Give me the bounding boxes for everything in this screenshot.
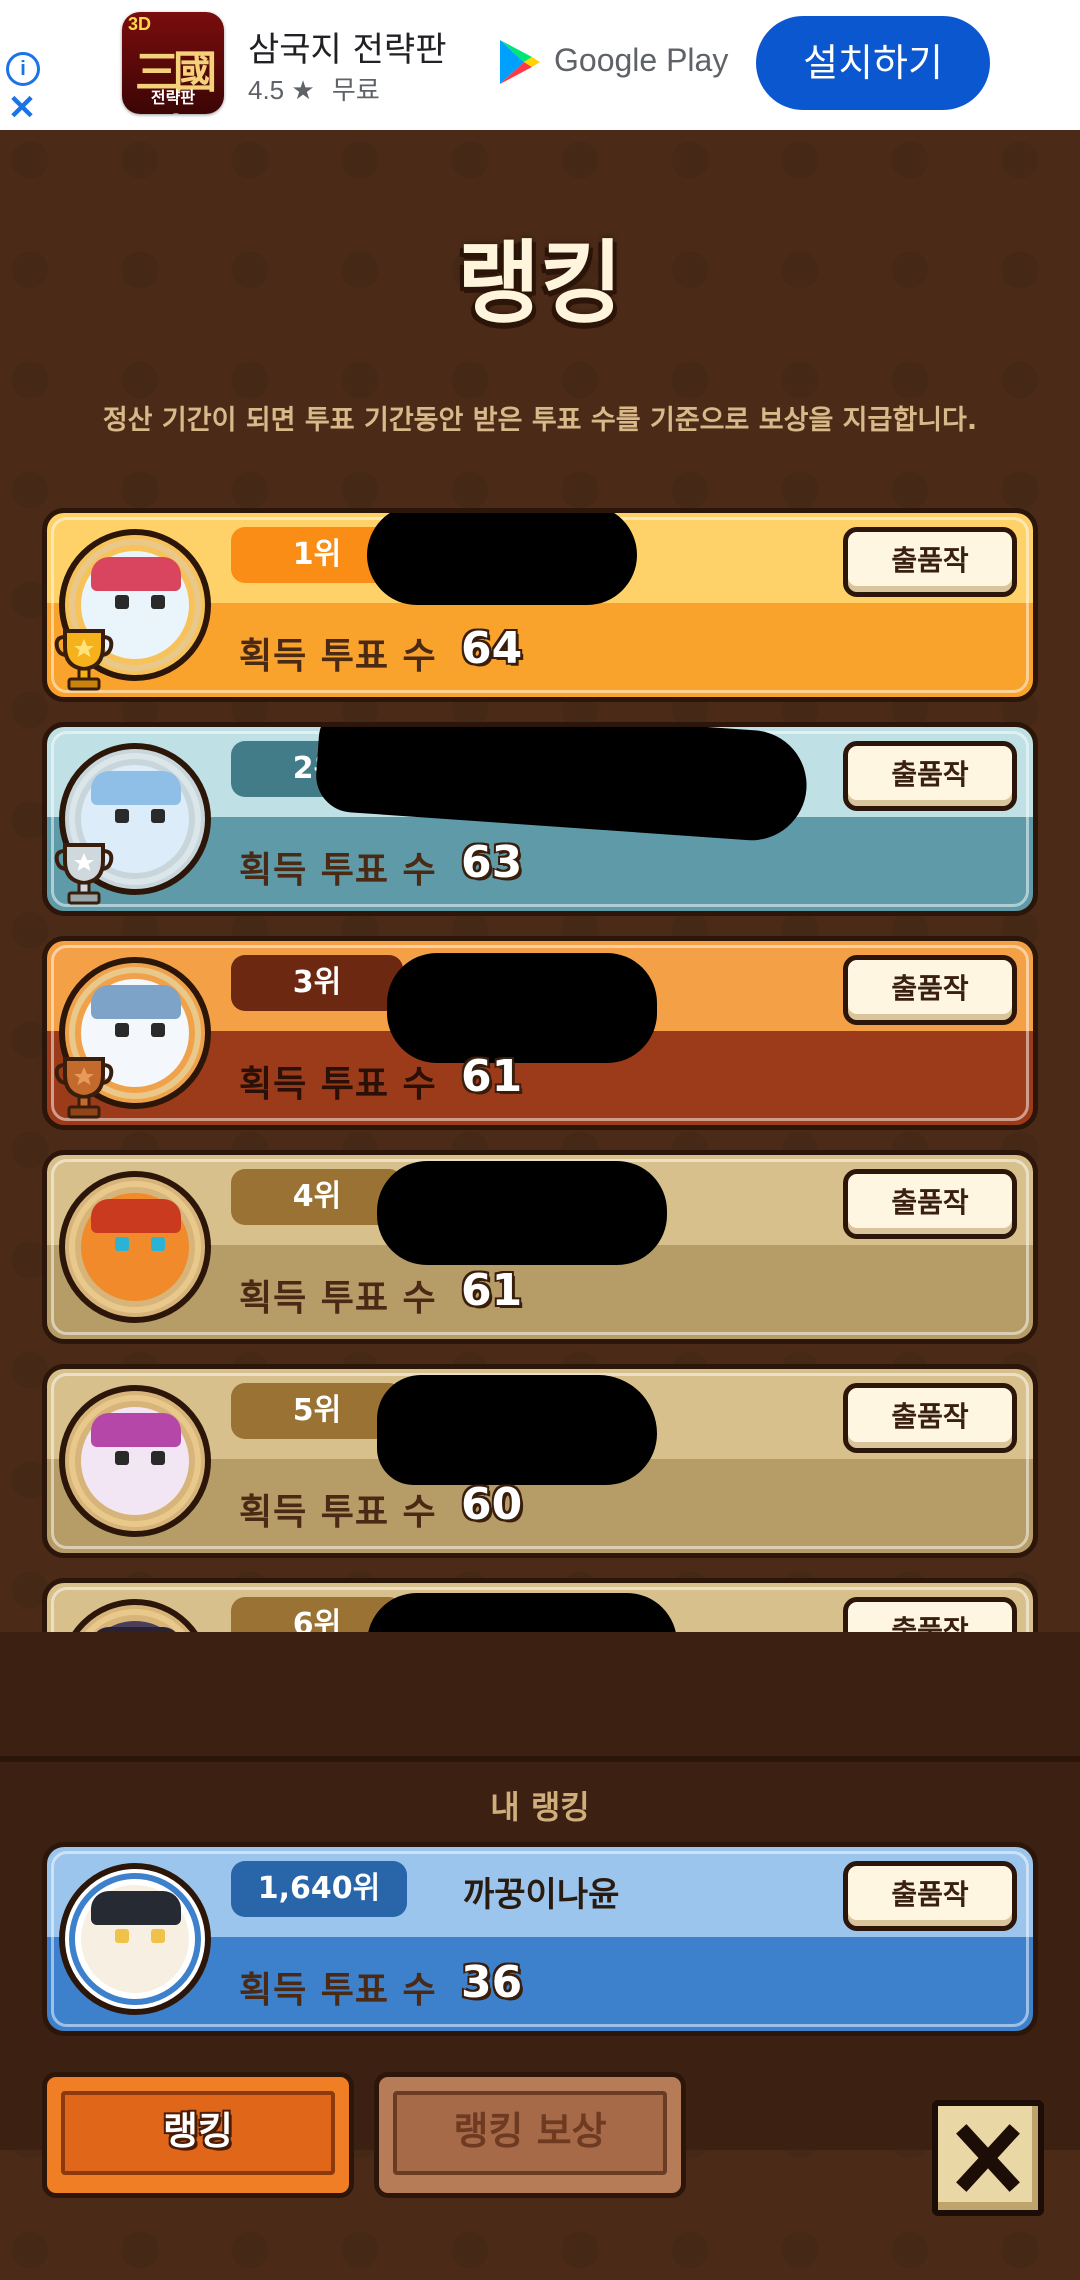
avatar bbox=[59, 1171, 211, 1323]
redacted-name bbox=[367, 513, 637, 605]
page-subtitle: 정산 기간이 되면 투표 기간동안 받은 투표 수를 기준으로 보상을 지급합니… bbox=[102, 405, 978, 436]
page-title: 랭킹 bbox=[457, 231, 623, 336]
ranking-row-2[interactable]: 2위 출품작 획득 투표 수 63 bbox=[42, 722, 1038, 916]
redacted-name bbox=[377, 1375, 657, 1485]
redacted-name bbox=[377, 1161, 667, 1265]
votes-label: 획득 투표 수 bbox=[239, 1278, 437, 1319]
votes-count: 64 bbox=[461, 623, 523, 674]
entry-button[interactable]: 출품작 bbox=[843, 1383, 1017, 1453]
rank-badge: 1,640위 bbox=[231, 1861, 407, 1917]
google-play-icon bbox=[500, 40, 540, 84]
bronze-trophy-icon bbox=[54, 1057, 114, 1119]
votes-count: 36 bbox=[461, 1957, 523, 2008]
player-name: 까꿍이나윤 bbox=[463, 1875, 620, 1915]
entry-button[interactable]: 출품작 bbox=[843, 1861, 1017, 1931]
ad-rating: 4.5 ★ 무료 bbox=[248, 70, 390, 107]
ad-icon-subtext: 전략판 bbox=[150, 88, 196, 107]
entry-button[interactable]: 출품작 bbox=[843, 527, 1017, 597]
ad-app-icon[interactable]: 3D 三國志 전략판 bbox=[122, 12, 224, 114]
tab-ranking-reward-label: 랭킹 보상 bbox=[393, 2091, 667, 2175]
entry-button[interactable]: 출품작 bbox=[843, 955, 1017, 1025]
votes-count: 63 bbox=[461, 837, 523, 888]
ranking-row-4[interactable]: 4위 출품작 획득 투표 수 61 bbox=[42, 1150, 1038, 1344]
votes-label: 획득 투표 수 bbox=[239, 1492, 437, 1533]
close-button[interactable] bbox=[932, 2100, 1044, 2216]
install-button[interactable]: 설치하기 bbox=[756, 16, 990, 110]
my-ranking-row[interactable]: 1,640위 까꿍이나윤 출품작 획득 투표 수 36 bbox=[42, 1842, 1038, 2036]
ranking-row-3[interactable]: 3위 출품작 획득 투표 수 61 bbox=[42, 936, 1038, 1130]
entry-button[interactable]: 출품작 bbox=[843, 1169, 1017, 1239]
ranking-row-1[interactable]: 1위 출품작 획득 투표 수 64 bbox=[42, 508, 1038, 702]
avatar bbox=[59, 1385, 211, 1537]
close-icon bbox=[956, 2124, 1020, 2192]
entry-button[interactable]: 출품작 bbox=[843, 741, 1017, 811]
ad-price: 무료 bbox=[331, 75, 380, 105]
votes-count: 61 bbox=[461, 1051, 523, 1102]
votes-label: 획득 투표 수 bbox=[239, 850, 437, 891]
panel-divider bbox=[0, 1756, 1080, 1762]
rank-badge: 3위 bbox=[231, 955, 403, 1011]
ad-icon-badge: 3D bbox=[128, 14, 152, 34]
redacted-name bbox=[387, 953, 657, 1063]
tab-ranking[interactable]: 랭킹 bbox=[42, 2072, 354, 2198]
tab-ranking-label: 랭킹 bbox=[61, 2091, 335, 2175]
my-ranking-title: 내 랭킹 bbox=[490, 1788, 590, 1826]
ad-info-icon[interactable]: i bbox=[6, 52, 40, 86]
votes-count: 60 bbox=[461, 1479, 523, 1530]
ad-banner[interactable]: i ✕ 3D 三國志 전략판 삼국지 전략판 4.5 ★ 무료 Google P… bbox=[0, 0, 1080, 130]
tab-ranking-reward[interactable]: 랭킹 보상 bbox=[374, 2072, 686, 2198]
gold-trophy-icon bbox=[54, 629, 114, 691]
ad-close-icon[interactable]: ✕ bbox=[6, 91, 38, 125]
google-play-label: Google Play bbox=[554, 42, 729, 78]
votes-label: 획득 투표 수 bbox=[239, 636, 437, 677]
ranking-row-5[interactable]: 5위 출품작 획득 투표 수 60 bbox=[42, 1364, 1038, 1558]
avatar bbox=[59, 1863, 211, 2015]
ad-app-name[interactable]: 삼국지 전략판 bbox=[248, 22, 447, 71]
votes-label: 획득 투표 수 bbox=[239, 1064, 437, 1105]
ad-rating-value: 4.5 ★ bbox=[248, 75, 315, 105]
votes-label: 획득 투표 수 bbox=[239, 1970, 437, 2011]
votes-count: 61 bbox=[461, 1265, 523, 1316]
silver-trophy-icon bbox=[54, 843, 114, 905]
